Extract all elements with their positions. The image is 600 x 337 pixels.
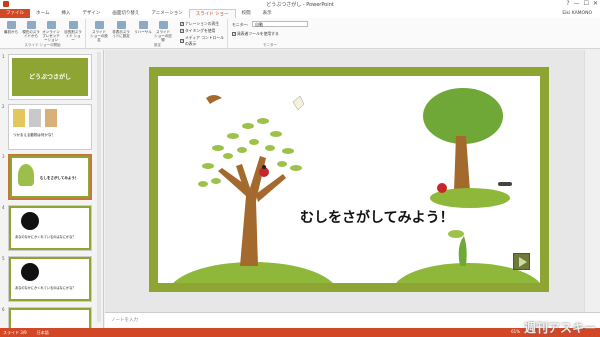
window-controls: ? — ☐ ✕ (566, 0, 598, 7)
from-beginning-icon (6, 21, 16, 29)
next-play-icon[interactable] (513, 253, 530, 270)
left-tree-leaves (198, 118, 302, 187)
setup-slideshow-button[interactable]: スライド ショーの設定 (90, 21, 108, 42)
slide-illustration (173, 88, 540, 283)
sprout (458, 236, 467, 266)
group-start-label: スライド ショーの開始 (24, 43, 61, 47)
editor-scrollbar[interactable] (584, 50, 592, 312)
thumb-2-animal-card (13, 109, 25, 127)
thumb-2-caption: つかまえる動物は何かな？ (13, 133, 55, 137)
custom-slideshow-button[interactable]: 目的別スライド ショー (64, 21, 82, 42)
hide-slide-icon (116, 21, 126, 29)
ribbon-tabs: ファイル ホーム 挿入 デザイン 画面切り替え アニメーション スライド ショー… (0, 9, 600, 18)
thumb-2-animal-card (29, 109, 41, 127)
from-current-icon (26, 21, 36, 29)
tab-transitions[interactable]: 画面切り替え (106, 9, 145, 18)
thumb-2-animal-card (45, 109, 57, 127)
maximize-button[interactable]: ☐ (584, 0, 589, 7)
presenter-view-checkbox[interactable]: ✓ 発表者ツールを使用する (232, 31, 279, 37)
slide-title[interactable]: むしをさがしてみよう！ (300, 207, 454, 227)
thumb-5-hole (21, 263, 39, 281)
group-setup-label: 設定 (154, 43, 161, 47)
zoom-level[interactable]: 61% (511, 329, 520, 334)
thumbnail-slide-3[interactable]: むしをさがしてみよう！ (8, 154, 92, 200)
from-beginning-button[interactable]: 最初から (2, 21, 20, 34)
group-start-slideshow: 最初から 現在のスライドから オンライン プレゼンテーション 目的別スライド シ… (0, 19, 86, 48)
thumbnail-slide-4[interactable]: あなのなかにかくれているのはなにかな？ (8, 205, 92, 251)
status-bar: スライド 3/9 日本語 61% 週刊アスキー (0, 321, 600, 337)
thumb-1-title: どうぶつさがし (28, 74, 71, 81)
use-timings-checkbox[interactable]: ✓ タイミングを使用 (180, 28, 215, 34)
right-tree-canopy (423, 88, 503, 144)
current-slide[interactable]: むしをさがしてみよう！ (149, 67, 549, 292)
tab-view[interactable]: 表示 (257, 9, 278, 18)
play-narration-checkbox[interactable]: ✓ ナレーションの再生 (180, 21, 219, 27)
tab-insert[interactable]: 挿入 (55, 9, 76, 18)
ribbon: 最初から 現在のスライドから オンライン プレゼンテーション 目的別スライド シ… (0, 18, 600, 49)
window-title: どうぶつさがし - PowerPoint (266, 2, 334, 8)
thumbnail-slide-6[interactable] (8, 307, 92, 328)
language-indicator[interactable]: 日本語 (37, 330, 49, 336)
rehearse-button[interactable]: リハーサル (134, 21, 152, 34)
tab-file[interactable]: ファイル (0, 9, 30, 18)
apple (437, 183, 447, 193)
close-button[interactable]: ✕ (593, 0, 598, 7)
help-button[interactable]: ? (566, 0, 569, 7)
slide-editor: むしをさがしてみよう！ (105, 50, 592, 312)
thumbnail-slide-1[interactable]: どうぶつさがし (8, 54, 92, 100)
setup-icon (94, 21, 104, 29)
group-monitor-label: モニター (263, 43, 277, 47)
thumb-3-tree (18, 164, 34, 186)
thumbnails-scrollbar[interactable] (97, 52, 101, 322)
thumb-3-caption: むしをさがしてみよう！ (40, 176, 79, 180)
bird (206, 95, 222, 104)
thumb-4-hole (21, 212, 39, 230)
hide-slide-button[interactable]: 非表示スライドに設定 (112, 21, 130, 38)
tab-animations[interactable]: アニメーション (145, 9, 188, 18)
group-monitors: モニター: 自動 ✓ 発表者ツールを使用する モニター (230, 19, 310, 48)
record-icon (158, 21, 168, 29)
notes-placeholder: ノートを入力 (111, 318, 138, 323)
tab-review[interactable]: 校閲 (236, 9, 257, 18)
caterpillar (498, 182, 512, 186)
title-bar: どうぶつさがし - PowerPoint ? — ☐ ✕ (0, 0, 600, 9)
thumb-4-caption: あなのなかにかくれているのはなにかな？ (15, 235, 76, 239)
record-slideshow-button[interactable]: スライド ショーの記録 (154, 21, 172, 42)
slide-canvas: むしをさがしてみよう！ (158, 76, 540, 283)
butterfly (292, 95, 305, 111)
monitor-dropdown[interactable]: 自動 (252, 21, 308, 27)
watermark: 週刊アスキー (523, 321, 596, 335)
monitor-label: モニター: (232, 22, 249, 27)
right-tree-trunk (454, 136, 470, 191)
slide-counter: スライド 3/9 (3, 330, 27, 335)
rehearse-icon (138, 21, 148, 29)
user-name[interactable]: Eiki KAMONO (562, 9, 592, 18)
tab-slide-show[interactable]: スライド ショー (188, 9, 236, 18)
tab-design[interactable]: デザイン (76, 9, 106, 18)
from-current-button[interactable]: 現在のスライドから (22, 21, 40, 38)
minimize-button[interactable]: — (574, 0, 580, 7)
thumbnail-slide-2[interactable]: つかまえる動物は何かな？ (8, 104, 92, 150)
present-online-button[interactable]: オンライン プレゼンテーション (42, 21, 60, 42)
present-online-icon (46, 21, 56, 29)
thumbnail-slide-5[interactable]: あなのなかにかくれているのはなにかな？ (8, 256, 92, 302)
custom-slideshow-icon (68, 21, 78, 29)
group-setup: スライド ショーの設定 非表示スライドに設定 リハーサル スライド ショーの記録… (88, 19, 228, 48)
slide-thumbnails-pane: 1 どうぶつさがし 2 つかまえる動物は何かな？ 3 むしをさがしてみよう！ 4… (0, 50, 104, 328)
thumb-5-caption: あなのなかにかくれているのはなにかな？ (15, 286, 76, 290)
tab-home[interactable]: ホーム (30, 9, 55, 18)
